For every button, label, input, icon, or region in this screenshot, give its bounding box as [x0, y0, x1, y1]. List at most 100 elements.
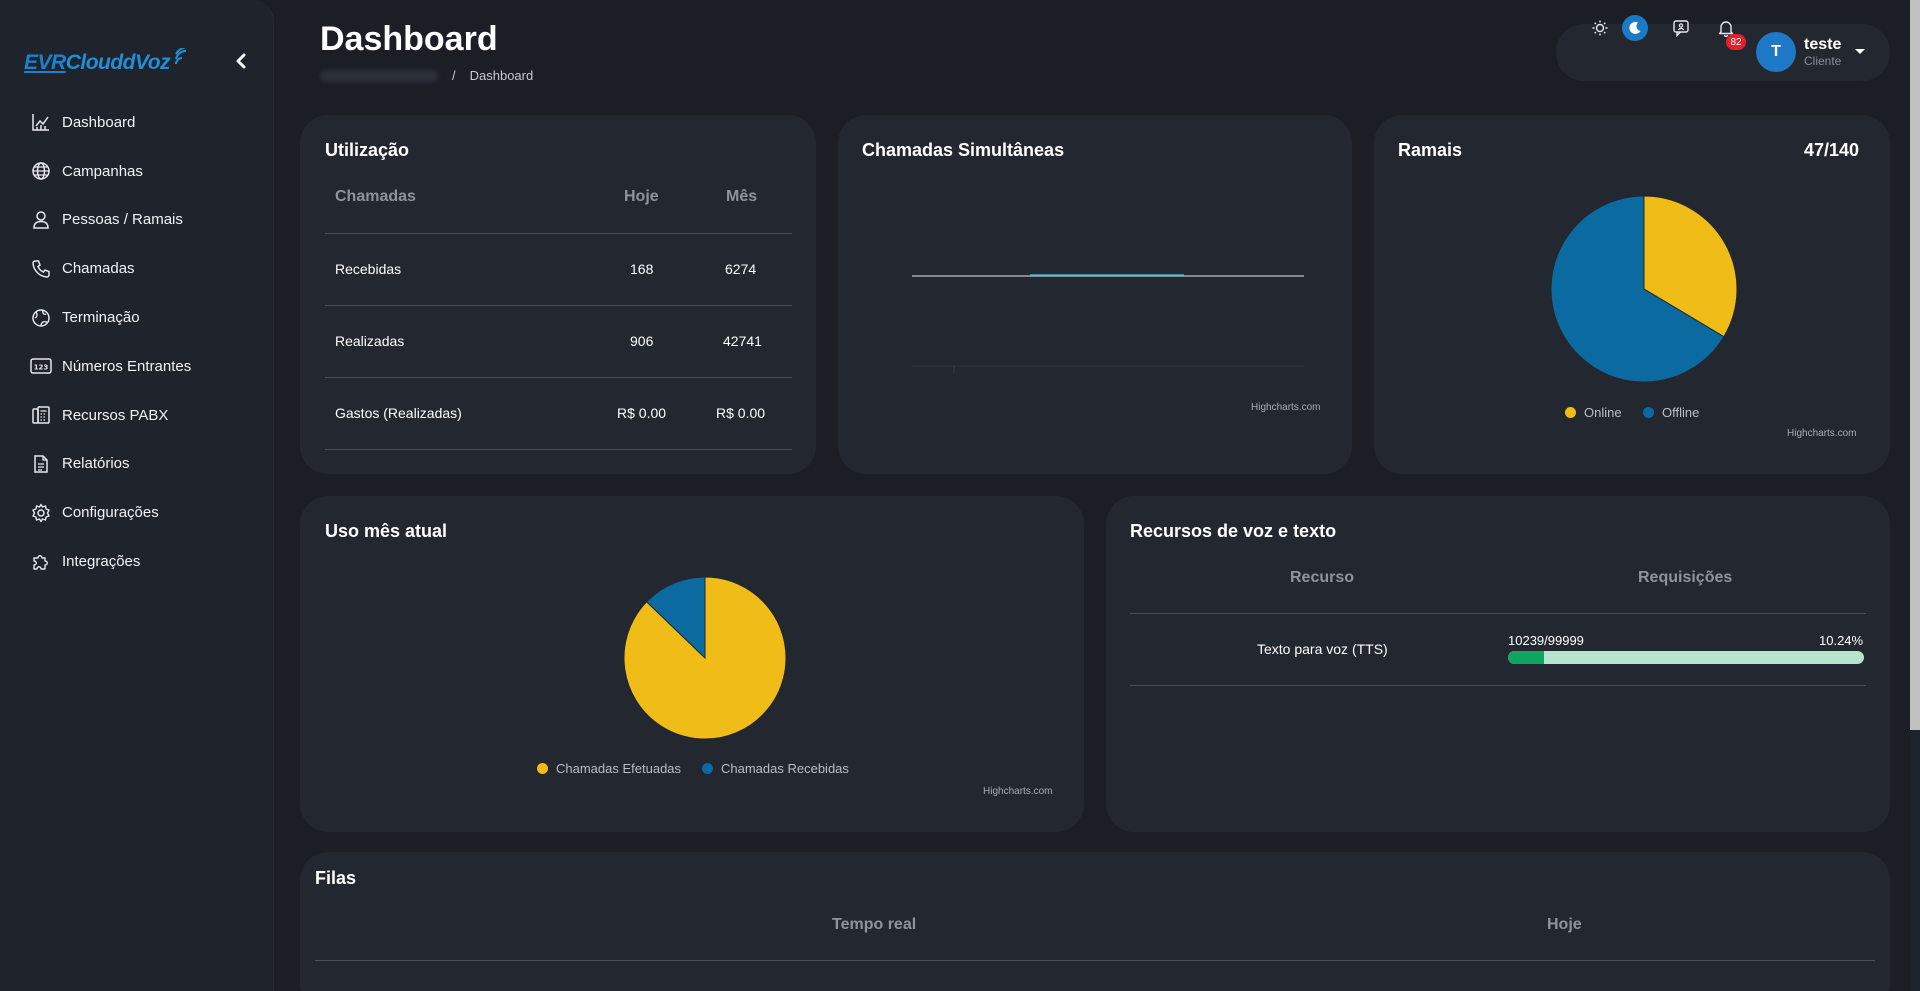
sidebar-item-label: Terminação — [62, 309, 140, 327]
moon-icon — [1629, 21, 1641, 34]
divider — [315, 960, 1875, 961]
filas-card — [300, 852, 1890, 991]
chamadas-simultaneas-chart — [912, 274, 1304, 373]
divider — [325, 233, 792, 234]
row-hoje-realizadas: 906 — [630, 333, 654, 349]
sidebar-item-integracoes[interactable]: Integrações — [0, 537, 274, 586]
sidebar-item-label: Integrações — [62, 553, 141, 571]
row-label-gastos: Gastos (Realizadas) — [335, 405, 462, 421]
sidebar-item-label: Chamadas — [62, 260, 135, 278]
phone-icon — [30, 258, 52, 280]
divider — [1130, 685, 1866, 686]
sidebar-item-dashboard[interactable]: Dashboard — [0, 98, 274, 147]
row-hoje-recebidas: 168 — [630, 261, 654, 277]
sidebar-item-label: Recursos PABX — [62, 406, 169, 424]
document-icon — [30, 453, 52, 475]
sidebar-item-pessoas-ramais[interactable]: Pessoas / Ramais — [0, 196, 274, 245]
legend-dot — [702, 763, 713, 774]
caret-down-icon — [1855, 49, 1865, 54]
legend-item-online[interactable]: Online — [1565, 405, 1622, 420]
dark-theme-button[interactable] — [1622, 15, 1648, 41]
highcharts-credit[interactable]: Highcharts.com — [1787, 428, 1856, 439]
ramais-title: Ramais — [1398, 140, 1463, 160]
col-header-hoje: Hoje — [1547, 916, 1582, 933]
divider — [325, 305, 792, 306]
sidebar-item-configuracoes[interactable]: Configurações — [0, 488, 274, 537]
sidebar-item-numeros-entrantes[interactable]: 123 Números Entrantes — [0, 342, 274, 391]
sidebar: EVRClouddVoz Dashboard Campanhas Pessoas… — [0, 0, 274, 991]
legend-dot — [537, 763, 548, 774]
sidebar-item-label: Configurações — [62, 504, 159, 522]
sidebar-item-relatorios[interactable]: Relatórios — [0, 440, 274, 489]
sidebar-item-label: Campanhas — [62, 162, 143, 180]
light-theme-button[interactable] — [1586, 14, 1614, 42]
person-icon — [30, 209, 52, 231]
uso-mes-title: Uso mês atual — [325, 521, 448, 541]
recursos-title: Recursos de voz e texto — [1130, 521, 1337, 541]
sidebar-item-label: Pessoas / Ramais — [62, 211, 183, 229]
avatar[interactable]: T — [1756, 32, 1796, 72]
sidebar-item-campanhas[interactable]: Campanhas — [0, 147, 274, 196]
chat-icon — [1673, 20, 1689, 37]
logo-text: EVRClouddVoz — [24, 51, 171, 74]
collapse-sidebar-button[interactable] — [230, 50, 252, 72]
col-header-recurso: Recurso — [1290, 569, 1355, 586]
logo[interactable]: EVRClouddVoz — [24, 48, 194, 78]
row-mes-gastos: R$ 0.00 — [716, 405, 766, 421]
page-scrollbar-thumb[interactable] — [1910, 0, 1920, 730]
row-label-realizadas: Realizadas — [335, 333, 405, 349]
sidebar-item-label: Relatórios — [62, 455, 130, 473]
numbers-123-icon: 123 — [30, 355, 52, 377]
breadcrumb-current: Dashboard — [469, 68, 534, 83]
sidebar-item-label: Números Entrantes — [62, 357, 192, 375]
divider — [325, 377, 792, 378]
sidebar-item-recursos-pabx[interactable]: Recursos PABX — [0, 391, 274, 440]
network-globe-icon — [30, 307, 52, 329]
legend-item-chamadas-recebidas[interactable]: Chamadas Recebidas — [702, 761, 849, 776]
legend-dot — [1643, 407, 1654, 418]
user-role: Cliente — [1804, 54, 1842, 68]
sidebar-item-terminacao[interactable]: Terminação — [0, 293, 274, 342]
sun-icon — [1592, 20, 1608, 36]
page-title: Dashboard — [320, 20, 498, 58]
row-label-tts: Texto para voz (TTS) — [1257, 641, 1388, 657]
ramais-count: 47/140 — [1804, 140, 1860, 160]
col-header-chamadas: Chamadas — [335, 188, 416, 205]
svg-text:123: 123 — [34, 364, 49, 372]
ramais-pie-chart — [1550, 195, 1738, 383]
globe-icon — [30, 160, 52, 182]
legend-label: Chamadas Recebidas — [721, 761, 849, 776]
signal-waves-icon — [175, 48, 187, 65]
highcharts-credit[interactable]: Highcharts.com — [983, 786, 1052, 797]
col-header-mes: Mês — [726, 188, 758, 205]
highcharts-credit[interactable]: Highcharts.com — [1251, 402, 1320, 413]
col-header-requisicoes: Requisições — [1638, 569, 1733, 586]
messages-button[interactable] — [1667, 14, 1695, 42]
chamadas-simultaneas-title: Chamadas Simultâneas — [862, 140, 1065, 160]
gear-icon — [30, 502, 52, 524]
puzzle-icon — [30, 551, 52, 573]
legend-item-chamadas-efetuadas[interactable]: Chamadas Efetuadas — [537, 761, 681, 776]
legend-label: Online — [1584, 405, 1622, 420]
row-mes-recebidas: 6274 — [725, 261, 757, 277]
recursos-card — [1106, 496, 1890, 832]
chevron-left-icon — [236, 53, 246, 69]
uso-mes-pie-chart — [623, 576, 787, 740]
col-header-hoje: Hoje — [624, 188, 659, 205]
sidebar-item-chamadas[interactable]: Chamadas — [0, 244, 274, 293]
user-menu-caret[interactable] — [1850, 43, 1870, 59]
col-header-tempo-real: Tempo real — [832, 916, 917, 933]
divider — [325, 449, 792, 450]
pabx-icon — [30, 404, 52, 426]
divider — [1130, 613, 1866, 614]
user-name[interactable]: teste — [1804, 36, 1841, 54]
legend-item-offline[interactable]: Offline — [1643, 405, 1699, 420]
notifications-badge: 82 — [1726, 34, 1746, 50]
row-mes-realizadas: 42741 — [723, 333, 762, 349]
breadcrumb-home-link[interactable] — [320, 69, 438, 82]
sidebar-nav: Dashboard Campanhas Pessoas / Ramais Cha… — [0, 98, 274, 586]
chart-icon — [30, 111, 52, 133]
sidebar-item-label: Dashboard — [62, 113, 136, 131]
legend-dot — [1565, 407, 1576, 418]
tts-progress-fill — [1508, 651, 1545, 664]
